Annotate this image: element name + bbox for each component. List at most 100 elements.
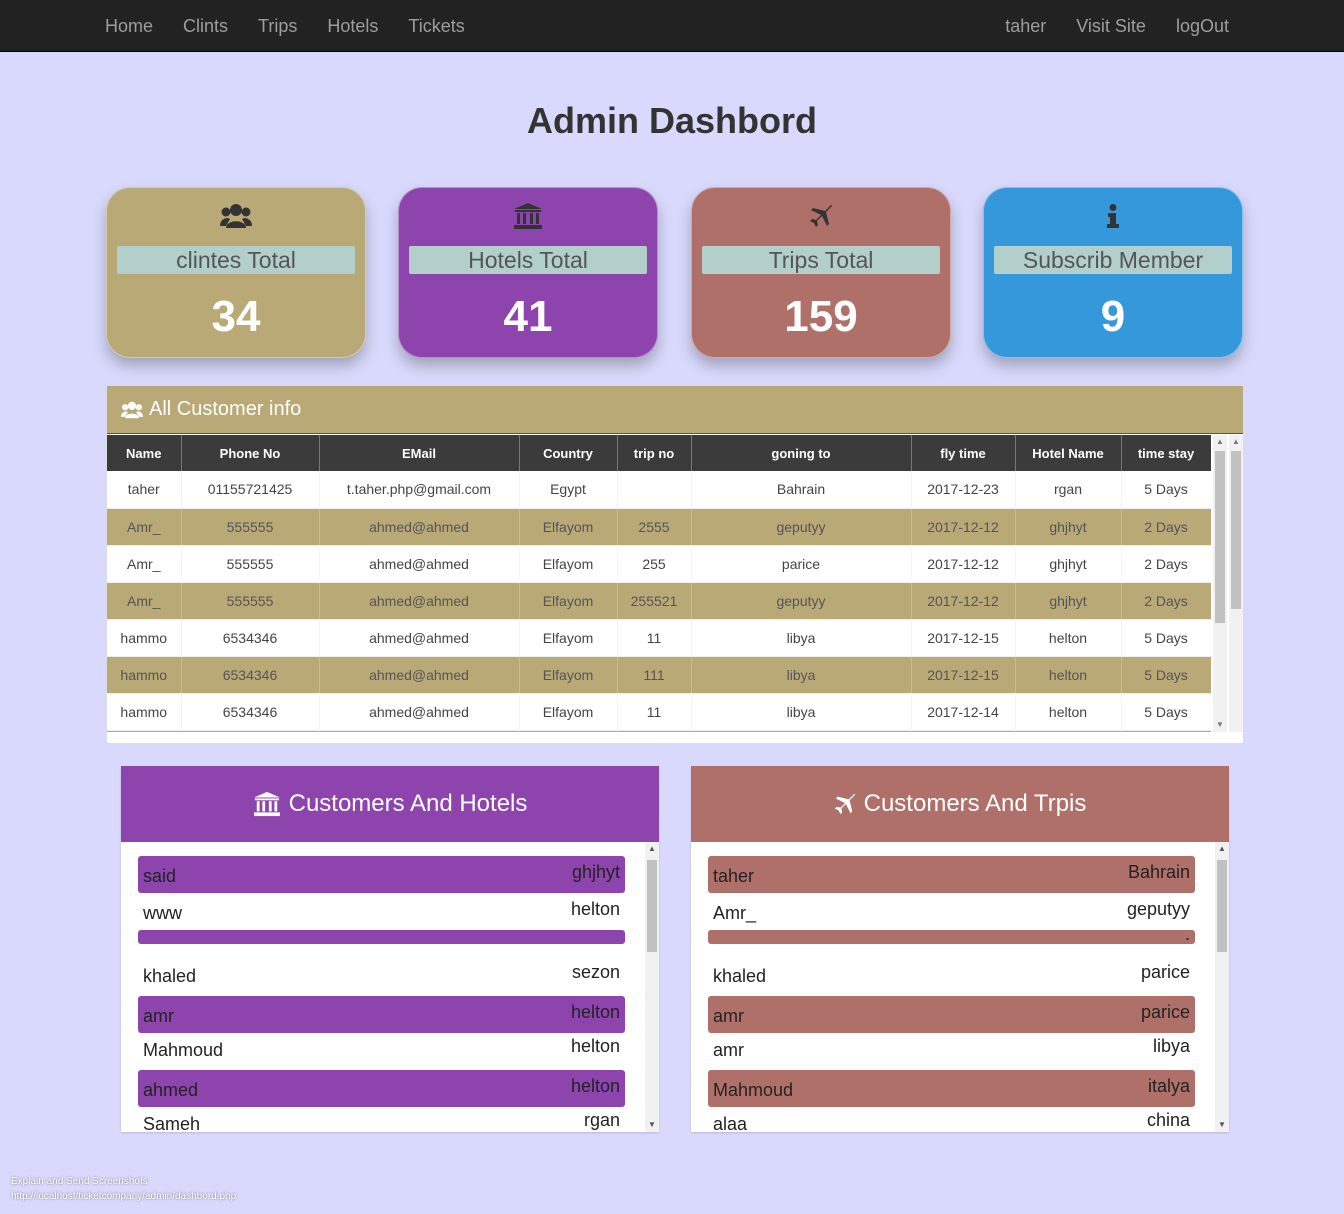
table-cell: helton bbox=[1015, 656, 1122, 694]
list-item-name: www bbox=[143, 903, 182, 923]
column-header: Name bbox=[107, 435, 182, 471]
list-item-value: rgan bbox=[583, 1110, 620, 1130]
table-cell: 6534346 bbox=[181, 656, 320, 694]
table-row[interactable]: Amr_ 555555 ahmed@ahmed Elfayom 2555 geputyy 2… bbox=[107, 508, 1211, 546]
customers-hotels-title: Customers And Hotels bbox=[288, 790, 528, 817]
scrollbar-thumb[interactable] bbox=[1217, 860, 1227, 952]
top-navbar: Home Clints Trips Hotels Tickets taher V… bbox=[0, 0, 1344, 52]
table-cell: 111 bbox=[617, 656, 692, 694]
list-item[interactable]: said ghjhyt bbox=[138, 856, 625, 893]
scroll-down-arrow-icon[interactable]: ▼ bbox=[1213, 718, 1227, 732]
nav-logout-link[interactable]: logOut bbox=[1161, 0, 1244, 52]
table-cell: 11 bbox=[617, 693, 692, 731]
nav-user-link[interactable]: taher bbox=[990, 0, 1061, 52]
list-item-name: khaled bbox=[143, 966, 197, 986]
list-item[interactable]: khaled parice bbox=[708, 956, 1195, 993]
customers-trips-header: Customers And Trpis bbox=[691, 766, 1229, 842]
table-row[interactable] bbox=[107, 730, 1211, 732]
list-item-name: amr bbox=[713, 1040, 744, 1060]
scroll-down-arrow-icon[interactable]: ▼ bbox=[1215, 1118, 1229, 1132]
table-cell: ahmed@ahmed bbox=[319, 582, 520, 620]
list-item[interactable]: Sameh rgan bbox=[138, 1104, 625, 1132]
table-cell: taher bbox=[107, 471, 182, 509]
scroll-up-arrow-icon[interactable]: ▲ bbox=[1215, 842, 1229, 856]
table-cell: 6534346 bbox=[181, 619, 320, 657]
scroll-up-arrow-icon[interactable]: ▲ bbox=[645, 842, 659, 856]
customers-hotels-scrollbar[interactable]: ▲ ▼ bbox=[645, 842, 659, 1132]
list-item[interactable]: khaled sezon bbox=[138, 956, 625, 993]
table-cell bbox=[107, 730, 182, 732]
list-item-name: Sameh bbox=[143, 1114, 201, 1132]
table-cell: ahmed@ahmed bbox=[319, 508, 520, 546]
scroll-up-arrow-icon[interactable]: ▲ bbox=[1213, 435, 1227, 449]
status-text: Explain and Send Screenshots http://loca… bbox=[11, 1174, 236, 1204]
table-cell: 11 bbox=[617, 619, 692, 657]
list-item[interactable]: amr libya bbox=[708, 1030, 1195, 1067]
table-row[interactable]: hammo 6534346 ahmed@ahmed Elfayom 111 libya 20… bbox=[107, 656, 1211, 694]
table-cell: 5 Days bbox=[1121, 693, 1211, 731]
list-item[interactable]: ahmed helton bbox=[138, 1070, 625, 1107]
table-cell: 2 Days bbox=[1121, 545, 1211, 583]
table-cell: helton bbox=[1015, 619, 1122, 657]
card-label: Subscrib Member bbox=[994, 246, 1232, 274]
nav-clints-link[interactable]: Clints bbox=[168, 0, 243, 52]
column-header: fly time bbox=[911, 435, 1016, 471]
table-cell: libya bbox=[691, 656, 912, 694]
scrollbar-thumb[interactable] bbox=[647, 860, 657, 952]
list-item[interactable]: amr helton bbox=[138, 996, 625, 1033]
table-cell: 2555 bbox=[617, 508, 692, 546]
subscrib-member-card: Subscrib Member 9 bbox=[983, 187, 1243, 358]
nav-tickets-link[interactable]: Tickets bbox=[393, 0, 479, 52]
table-row[interactable]: hammo 6534346 ahmed@ahmed Elfayom 11 libya 201… bbox=[107, 693, 1211, 731]
list-item-value: parice bbox=[1140, 962, 1190, 982]
list-item[interactable]: amr parice bbox=[708, 996, 1195, 1033]
nav-visit-site-link[interactable]: Visit Site bbox=[1061, 0, 1161, 52]
table-cell: 2017-12-15 bbox=[911, 656, 1016, 694]
scroll-up-arrow-icon[interactable]: ▲ bbox=[1229, 435, 1243, 449]
list-item-name: khaled bbox=[713, 966, 767, 986]
list-item-name: Mahmoud bbox=[143, 1040, 224, 1060]
table-row[interactable]: Amr_ 555555 ahmed@ahmed Elfayom 255 parice 201… bbox=[107, 545, 1211, 583]
list-item[interactable] bbox=[138, 930, 625, 944]
table-cell bbox=[617, 730, 692, 732]
nav-trips-link[interactable]: Trips bbox=[243, 0, 312, 52]
nav-home-link[interactable]: Home bbox=[90, 0, 168, 52]
list-item[interactable]: Mahmoud helton bbox=[138, 1030, 625, 1067]
table-cell: 2017-12-15 bbox=[911, 619, 1016, 657]
table-row[interactable]: taher 01155721425 t.taher.php@gmail.com Egy… bbox=[107, 471, 1211, 509]
scrollbar-thumb[interactable] bbox=[1231, 451, 1241, 609]
list-item[interactable]: www helton bbox=[138, 893, 625, 930]
table-cell: 2017-12-23 bbox=[911, 471, 1016, 509]
table-cell: ahmed@ahmed bbox=[319, 693, 520, 731]
customers-trips-scrollbar[interactable]: ▲ ▼ bbox=[1215, 842, 1229, 1132]
users-icon bbox=[107, 202, 365, 230]
table-inner-scrollbar[interactable]: ▲ ▼ bbox=[1213, 435, 1227, 732]
nav-hotels-link[interactable]: Hotels bbox=[312, 0, 393, 52]
table-cell: 555555 bbox=[181, 582, 320, 620]
table-cell: ghjhyt bbox=[1015, 545, 1122, 583]
table-row[interactable]: hammo 6534346 ahmed@ahmed Elfayom 11 libya 201… bbox=[107, 619, 1211, 657]
table-cell: 555555 bbox=[181, 545, 320, 583]
table-cell: hammo bbox=[107, 619, 182, 657]
status-line-1: Explain and Send Screenshots bbox=[11, 1176, 148, 1187]
users-icon bbox=[121, 401, 143, 418]
plane-icon bbox=[692, 202, 950, 230]
table-cell bbox=[1015, 730, 1122, 732]
list-item[interactable]: alaa china bbox=[708, 1104, 1195, 1132]
customer-info-title: All Customer info bbox=[149, 398, 302, 420]
list-item[interactable]: Amr_ geputyy bbox=[708, 893, 1195, 930]
table-cell: Amr_ bbox=[107, 508, 182, 546]
table-outer-scrollbar[interactable]: ▲ bbox=[1229, 435, 1243, 732]
list-item-value: helton bbox=[570, 1036, 620, 1056]
list-item[interactable]: . bbox=[708, 924, 1195, 944]
list-item[interactable]: Mahmoud italya bbox=[708, 1070, 1195, 1107]
table-cell: Egypt bbox=[519, 471, 618, 509]
scroll-down-arrow-icon[interactable]: ▼ bbox=[645, 1118, 659, 1132]
nav-right-group: taher Visit Site logOut bbox=[990, 0, 1244, 52]
table-row[interactable]: Amr_ 555555 ahmed@ahmed Elfayom 255521 geputy… bbox=[107, 582, 1211, 620]
scrollbar-thumb[interactable] bbox=[1215, 451, 1225, 623]
list-item[interactable]: taher Bahrain bbox=[708, 856, 1195, 893]
card-value: 159 bbox=[784, 292, 858, 341]
table-cell: 2 Days bbox=[1121, 508, 1211, 546]
list-item-value: china bbox=[1146, 1110, 1190, 1130]
